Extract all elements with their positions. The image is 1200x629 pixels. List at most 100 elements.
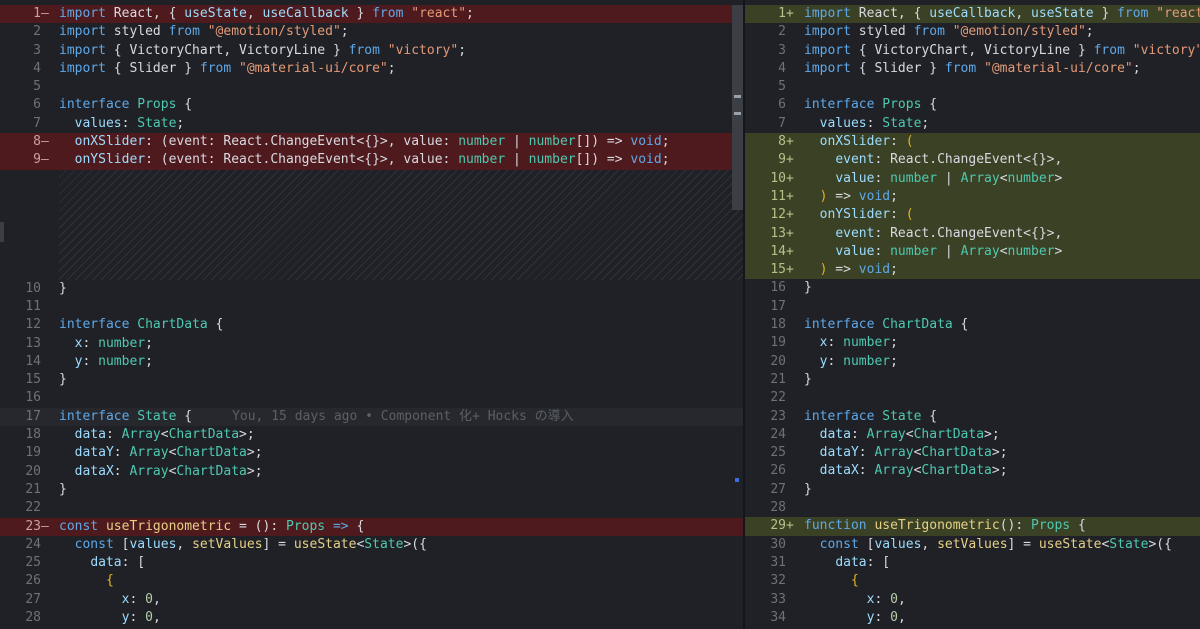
code-line[interactable]: 19 dataY: Array<ChartData>; — [0, 444, 743, 462]
code-line[interactable]: 13+ event: React.ChangeEvent<{}>, — [745, 224, 1200, 243]
code-line[interactable]: 4 import { Slider } from "@material-ui/co… — [745, 60, 1200, 78]
scrollbar-marker — [734, 95, 741, 98]
code-line[interactable]: 18 data: Array<ChartData>; — [0, 426, 743, 444]
code-line[interactable]: 33 x: 0, — [745, 591, 1200, 609]
code-token: | — [505, 152, 529, 168]
code-line[interactable]: 26 { — [0, 572, 743, 590]
code-line[interactable]: 21} — [745, 371, 1200, 389]
code-line[interactable]: 27 x: 0, — [0, 591, 743, 609]
code-line[interactable]: 6 interface Props { — [745, 96, 1200, 114]
line-number-text: 9 — [778, 152, 786, 168]
code-line[interactable]: 22 — [745, 389, 1200, 407]
code-line[interactable]: 3 import { VictoryChart, VictoryLine } fr… — [0, 42, 743, 60]
line-number-text: 24 — [25, 536, 41, 552]
code-line[interactable]: 23— const useTrigonometric = (): Props =>… — [0, 517, 743, 536]
code-line[interactable]: 13 x: number; — [0, 335, 743, 353]
code-text: event: React.ChangeEvent<{}>, — [797, 151, 1062, 169]
code-line[interactable]: 17 interface State {You, 15 days ago • Co… — [0, 407, 743, 427]
code-line[interactable]: 28 — [745, 499, 1200, 517]
code-token: , — [897, 591, 906, 607]
line-number: 14+ — [745, 243, 797, 261]
code-line[interactable]: 23 interface State { — [745, 408, 1200, 426]
line-number-text: 12 — [770, 207, 786, 223]
code-line[interactable]: 30 const [values, setValues] = useState<… — [745, 536, 1200, 554]
code-line[interactable]: 25 data: [ — [0, 554, 743, 572]
code-line[interactable]: 16 — [0, 389, 743, 407]
code-line[interactable]: 15+ ) => void; — [745, 261, 1200, 280]
code-token: , — [1015, 6, 1031, 21]
code-line[interactable]: 11+ ) => void; — [745, 187, 1200, 207]
line-number: 27 — [745, 481, 797, 499]
code-line[interactable]: 21} — [0, 481, 743, 499]
code-line[interactable]: 22 — [0, 499, 743, 517]
code-token: data — [74, 427, 106, 443]
code-line[interactable]: 8+ onXSlider: ( — [745, 133, 1200, 152]
code-line[interactable]: 10+ value: number | Array<number> — [745, 169, 1200, 188]
code-line[interactable]: 5 — [0, 78, 743, 96]
line-number-text: 31 — [770, 554, 786, 570]
code-line[interactable]: 6 interface Props { — [0, 96, 743, 114]
line-number-text: 8 — [778, 134, 786, 150]
line-number: 22 — [0, 499, 52, 517]
code-line[interactable]: 25 dataY: Array<ChartData>; — [745, 444, 1200, 462]
diff-sign: + — [786, 134, 794, 150]
code-text: dataY: Array<ChartData>; — [52, 444, 263, 462]
right-pane-modified[interactable]: 1+ import React, { useCallback, useState … — [745, 5, 1200, 629]
code-line[interactable]: 9— onYSlider: (event: React.ChangeEvent<… — [0, 151, 743, 170]
code-line[interactable]: 26 dataX: Array<ChartData>; — [745, 462, 1200, 480]
diff-sign: + — [786, 518, 794, 534]
code-line[interactable]: 7 values: State; — [0, 115, 743, 133]
code-line[interactable]: 32 { — [745, 572, 1200, 590]
code-token: Props — [137, 97, 177, 113]
code-line[interactable]: 7 values: State; — [745, 115, 1200, 133]
code-line[interactable]: 1+ import React, { useCallback, useState … — [745, 5, 1200, 24]
code-line[interactable]: 12+ onYSlider: ( — [745, 206, 1200, 225]
code-line[interactable]: 20 dataX: Array<ChartData>; — [0, 463, 743, 481]
code-line[interactable]: 2 import styled from "@emotion/styled"; — [745, 23, 1200, 41]
left-pane-original[interactable]: 1— import React, { useState, useCallback … — [0, 5, 743, 629]
code-line[interactable]: 14+ value: number | Array<number> — [745, 242, 1200, 262]
code-token: useState — [1038, 536, 1102, 552]
code-text: interface ChartData { — [52, 316, 223, 334]
code-line[interactable]: 27} — [745, 481, 1200, 499]
code-line[interactable]: 12 interface ChartData { — [0, 316, 743, 334]
code-token: interface — [59, 317, 130, 333]
code-token: onXSlider — [74, 134, 146, 150]
code-line[interactable]: 8— onXSlider: (event: React.ChangeEvent<… — [0, 133, 743, 152]
line-number-text: 27 — [25, 591, 41, 607]
code-line[interactable]: 24 data: Array<ChartData>; — [745, 426, 1200, 444]
code-line[interactable]: 5 — [745, 78, 1200, 96]
code-line[interactable]: 34 y: 0, — [745, 609, 1200, 627]
code-token: ChartData — [176, 445, 247, 461]
code-line[interactable]: 18 interface ChartData { — [745, 316, 1200, 334]
code-line[interactable]: 28 y: 0, — [0, 609, 743, 627]
code-line[interactable]: 29+ function useTrigonometric(): Props { — [745, 517, 1200, 536]
code-line[interactable]: 10} — [0, 280, 743, 298]
code-text: data: [ — [52, 554, 145, 572]
code-token: values — [129, 536, 177, 552]
code-line[interactable]: 20 y: number; — [745, 353, 1200, 371]
code-line[interactable]: 17 — [745, 298, 1200, 316]
code-line[interactable]: 15} — [0, 371, 743, 389]
code-line[interactable]: 14 y: number; — [0, 353, 743, 371]
code-line[interactable]: 9+ event: React.ChangeEvent<{}>, — [745, 151, 1200, 170]
diff-editor: 1— import React, { useState, useCallback … — [0, 0, 1200, 629]
line-number: 27 — [0, 591, 52, 609]
code-line[interactable]: 31 data: [ — [745, 554, 1200, 572]
code-line[interactable]: 1— import React, { useState, useCallback … — [0, 5, 743, 24]
left-scrollbar[interactable] — [732, 5, 743, 210]
code-line[interactable]: 11 — [0, 298, 743, 316]
code-token: "@emotion/styled" — [952, 24, 1086, 40]
code-line[interactable]: 24 const [values, setValues] = useState<… — [0, 536, 743, 554]
code-line[interactable]: 16} — [745, 279, 1200, 297]
code-line[interactable]: 4 import { Slider } from "@material-ui/co… — [0, 60, 743, 78]
line-number: 5 — [0, 78, 52, 96]
code-line[interactable]: 2 import styled from "@emotion/styled"; — [0, 23, 743, 41]
code-line[interactable]: 19 x: number; — [745, 334, 1200, 352]
code-text: } — [52, 280, 67, 298]
code-line[interactable]: 3 import { VictoryChart, VictoryLine } fr… — [745, 42, 1200, 60]
